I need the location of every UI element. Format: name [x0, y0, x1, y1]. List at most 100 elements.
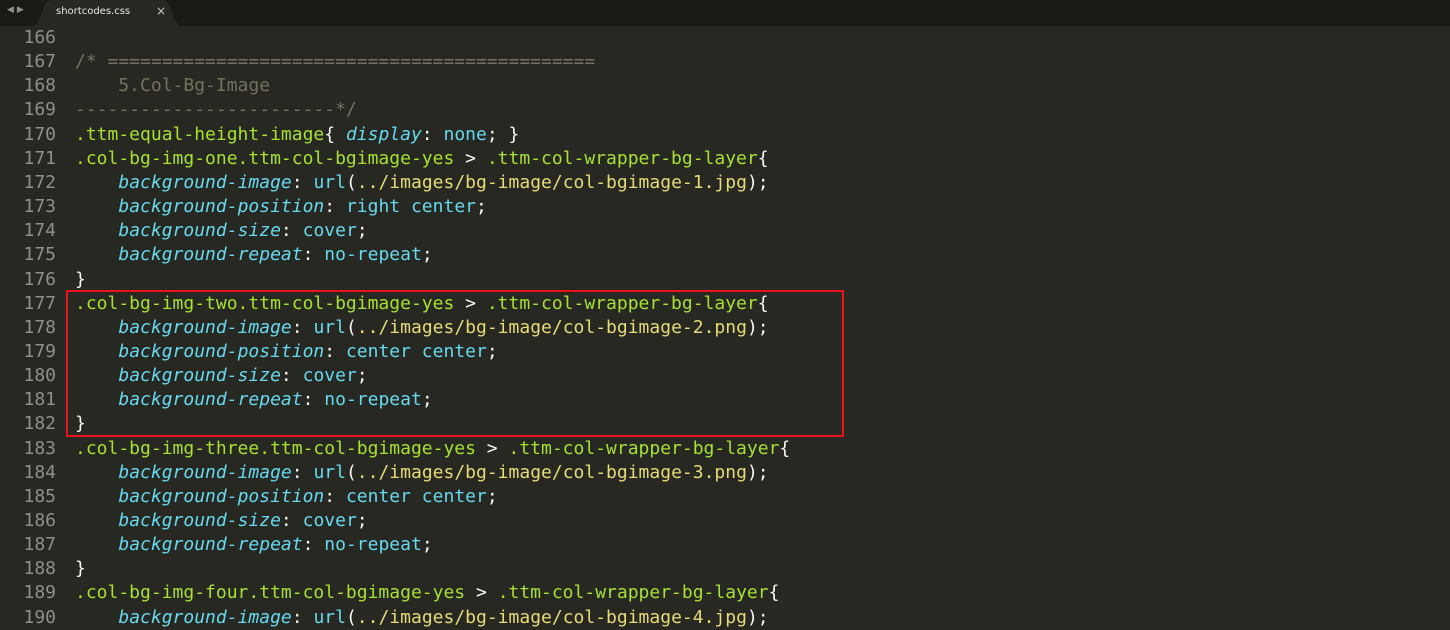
close-icon[interactable]: ×	[156, 4, 166, 18]
code-line[interactable]: 179 background-position: center center;	[0, 340, 1450, 364]
line-number: 167	[23, 51, 56, 73]
code-line[interactable]: 184 background-image: url(../images/bg-i…	[0, 461, 1450, 485]
line-number: 174	[23, 220, 56, 242]
code-line[interactable]: 167 /* ==================================…	[0, 50, 1450, 74]
line-number: 175	[23, 244, 56, 266]
code-token: background-position	[118, 196, 325, 218]
chevron-left-icon[interactable]: ◀	[7, 5, 17, 15]
code-line[interactable]: 171 .col-bg-img-one.ttm-col-bgimage-yes >…	[0, 147, 1450, 171]
code-line[interactable]: 169 ------------------------*/	[0, 98, 1450, 122]
code-editor[interactable]: 166 167 /* ===============================…	[0, 26, 1450, 630]
code-line[interactable]: 190 background-image: url(../images/bg-i…	[0, 606, 1450, 630]
code-token: .ttm-equal-height-image	[75, 123, 325, 145]
code-text: 5.Col-Bg-Image	[75, 74, 270, 98]
code-line[interactable]: 183 .col-bg-img-three.ttm-col-bgimage-yes…	[0, 437, 1450, 461]
code-token: >	[454, 147, 487, 169]
code-line[interactable]: 188}	[0, 557, 1450, 581]
code-token: url	[313, 316, 346, 338]
code-token: {	[324, 123, 346, 145]
code-token: background-repeat	[118, 389, 303, 411]
code-line[interactable]: 180 background-size: cover;	[0, 364, 1450, 388]
code-line[interactable]: 175 background-repeat: no-repeat;	[0, 243, 1450, 267]
code-line[interactable]: 176}	[0, 268, 1450, 292]
code-line[interactable]: 186 background-size: cover;	[0, 509, 1450, 533]
code-token: :	[280, 220, 303, 242]
code-token: none	[443, 123, 487, 145]
code-text: }	[75, 412, 86, 436]
chevron-right-icon[interactable]: ▶	[17, 5, 27, 15]
code-text: background-image: url(../images/bg-image…	[75, 171, 768, 195]
code-line[interactable]: 181 background-repeat: no-repeat;	[0, 388, 1450, 412]
code-token: background-position	[118, 340, 325, 362]
code-line[interactable]: 189 .col-bg-img-four.ttm-col-bgimage-yes …	[0, 581, 1450, 605]
code-token: :	[324, 340, 346, 362]
code-token: ../images/bg-image/col-bgimage-3.png	[356, 461, 747, 483]
code-token: >	[465, 582, 498, 604]
code-token: :	[324, 485, 346, 507]
code-line[interactable]: 166	[0, 26, 1450, 50]
code-token: no-repeat	[324, 534, 422, 556]
code-token: ;	[486, 485, 498, 507]
code-token: );	[746, 606, 769, 628]
code-token: ;	[486, 340, 498, 362]
code-line[interactable]: 187 background-repeat: no-repeat;	[0, 533, 1450, 557]
code-token: }	[75, 558, 86, 580]
code-line[interactable]: 177 .col-bg-img-two.ttm-col-bgimage-yes >…	[0, 292, 1450, 316]
code-token: ;	[356, 365, 368, 387]
code-token: {	[757, 147, 769, 169]
code-token: ;	[356, 510, 368, 531]
tab-shortcodes-css[interactable]: shortcodes.css ×	[33, 0, 181, 26]
code-token: background-image	[118, 171, 292, 193]
code-line[interactable]: 178 background-image: url(../images/bg-i…	[0, 316, 1450, 340]
code-line[interactable]: 168 5.Col-Bg-Image	[0, 74, 1450, 98]
code-token: display	[345, 123, 422, 145]
line-number: 166	[23, 27, 56, 48]
code-token: :	[280, 365, 303, 387]
code-token: :	[280, 510, 303, 531]
code-token: ../images/bg-image/col-bgimage-4.jpg	[356, 606, 747, 628]
code-line[interactable]: 185 background-position: center center;	[0, 485, 1450, 509]
code-token: url	[313, 606, 346, 628]
code-token: :	[302, 534, 325, 556]
code-token: );	[746, 316, 769, 338]
code-text: }	[75, 268, 86, 292]
code-token: :	[291, 461, 314, 483]
code-token: ;	[356, 220, 368, 242]
code-text: background-size: cover;	[75, 509, 368, 533]
tab-title: shortcodes.css	[56, 6, 131, 17]
code-token: background-position	[118, 485, 325, 507]
line-number: 178	[23, 316, 56, 338]
code-text: background-repeat: no-repeat;	[75, 243, 433, 267]
code-token: .ttm-col-wrapper-bg-layer	[508, 437, 780, 459]
code-token: ;	[421, 389, 433, 411]
line-number: 182	[23, 413, 56, 435]
code-token: cover	[302, 510, 357, 531]
code-token: .ttm-col-wrapper-bg-layer	[497, 582, 769, 604]
code-line[interactable]: 173 background-position: right center;	[0, 195, 1450, 219]
code-token: {	[779, 437, 791, 459]
code-token: ;	[421, 244, 433, 266]
code-text: background-image: url(../images/bg-image…	[75, 461, 768, 485]
code-line[interactable]: 182}	[0, 412, 1450, 436]
code-token: :	[291, 316, 314, 338]
code-token: .col-bg-img-one.ttm-col-bgimage-yes	[75, 147, 455, 169]
code-token: >	[475, 437, 509, 459]
code-token: background-image	[118, 461, 292, 483]
line-number: 176	[23, 268, 56, 290]
line-number: 184	[23, 461, 56, 483]
code-token: >	[454, 292, 487, 314]
line-number: 179	[23, 340, 56, 362]
code-line[interactable]: 170 .ttm-equal-height-image{ display: non…	[0, 123, 1450, 147]
code-text: background-size: cover;	[75, 364, 368, 388]
code-line[interactable]: 172 background-image: url(../images/bg-i…	[0, 171, 1450, 195]
code-text: background-position: right center;	[75, 195, 486, 219]
code-token: ------------------------*/	[75, 99, 357, 121]
code-token: ../images/bg-image/col-bgimage-1.jpg	[356, 171, 747, 193]
code-line[interactable]: 174 background-size: cover;	[0, 219, 1450, 243]
